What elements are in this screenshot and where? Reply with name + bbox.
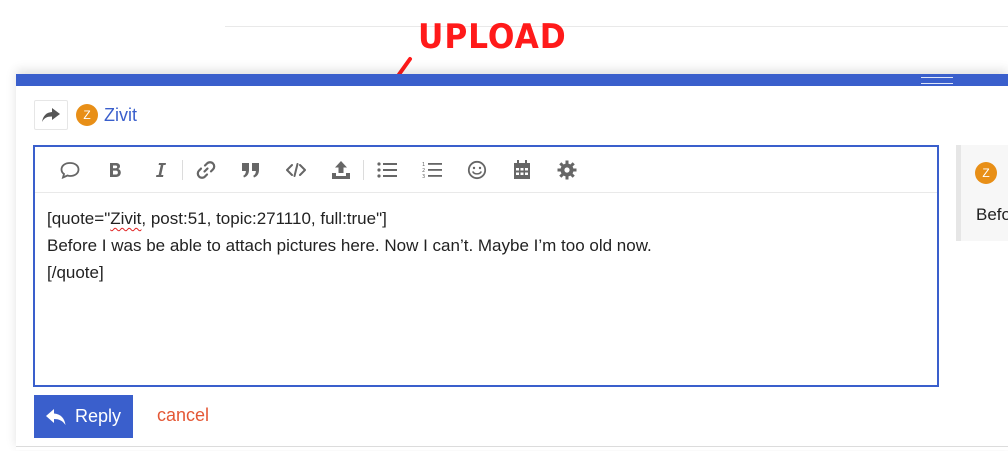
avatar: Z — [76, 104, 98, 126]
preview-text: Before — [976, 205, 1008, 224]
quote-icon — [60, 161, 79, 179]
editor: 123 [quote="Zivit, post:51, topic:271110… — [33, 145, 939, 387]
bold-button[interactable] — [92, 147, 137, 192]
reply-action-button[interactable] — [34, 100, 68, 130]
upload-icon — [331, 160, 350, 179]
calendar-icon — [513, 159, 530, 179]
upload-button[interactable] — [318, 147, 363, 192]
editor-line-3: [/quote] — [47, 263, 104, 282]
italic-icon — [155, 162, 166, 177]
reply-textarea[interactable]: [quote="Zivit, post:51, topic:271110, fu… — [35, 193, 937, 298]
cancel-link[interactable]: cancel — [157, 405, 209, 426]
composer-title-bar[interactable] — [16, 74, 1008, 86]
preview-pane: Z Before — [956, 145, 1008, 241]
code-icon — [285, 162, 306, 177]
svg-text:3: 3 — [422, 174, 425, 179]
composer-bottom-edge — [16, 446, 1008, 451]
upload-annotation-label: UPLOAD — [418, 17, 567, 57]
bullet-list-button[interactable] — [364, 147, 409, 192]
reply-composer: Z Zivit 1 2 3 [quote="Zivit, post:51, to… — [16, 74, 1008, 450]
page-divider — [225, 26, 1008, 27]
reply-button-label: Reply — [74, 406, 122, 426]
gear-icon — [557, 160, 576, 179]
quote-button[interactable] — [47, 147, 92, 192]
share-arrow-icon — [42, 108, 60, 122]
link-button[interactable] — [183, 147, 228, 192]
bullet-list-icon — [376, 161, 397, 178]
numbered-list-button[interactable]: 123 — [409, 147, 454, 192]
link-icon — [196, 160, 215, 179]
composer-grip-icon[interactable] — [921, 77, 953, 84]
blockquote-button[interactable] — [228, 147, 273, 192]
reply-button[interactable]: Reply — [34, 395, 133, 438]
code-button[interactable] — [273, 147, 318, 192]
emoji-button[interactable] — [454, 147, 499, 192]
reply-to-username[interactable]: Zivit — [104, 105, 137, 126]
editor-toolbar: 123 — [35, 147, 937, 193]
italic-button[interactable] — [137, 147, 182, 192]
bold-icon — [109, 162, 121, 177]
calendar-button[interactable] — [499, 147, 544, 192]
emoji-icon — [467, 160, 486, 179]
reply-icon — [45, 408, 66, 425]
reply-to-header: Z Zivit — [34, 100, 137, 130]
editor-line-2: Before I was be able to attach pictures … — [47, 236, 652, 255]
numbered-list-icon: 123 — [422, 162, 442, 179]
editor-line-1: [quote="Zivit, post:51, topic:271110, fu… — [47, 209, 387, 228]
preview-avatar: Z — [975, 162, 997, 184]
misspelled-word: Zivit — [110, 209, 142, 228]
options-button[interactable] — [544, 147, 589, 192]
blockquote-icon — [241, 162, 259, 177]
